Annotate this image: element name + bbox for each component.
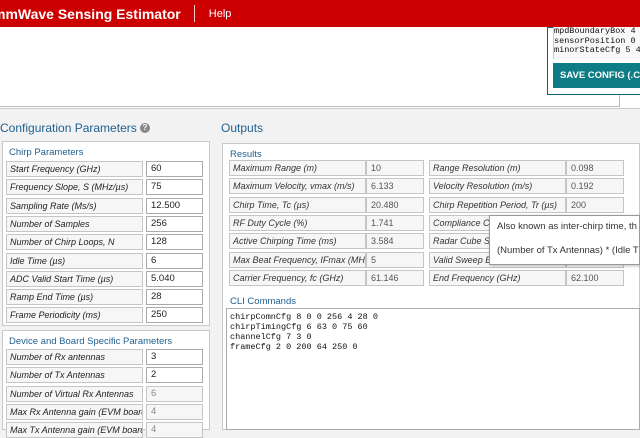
- param-label: Ramp End Time (µs): [6, 289, 143, 306]
- param-label: Frequency Slope, S (MHz/µs): [6, 179, 143, 196]
- result-value: 1.741: [366, 214, 424, 231]
- param-input[interactable]: 256: [146, 215, 203, 232]
- cli-title: CLI Commands: [230, 296, 296, 307]
- result-value: 61.146: [366, 269, 424, 286]
- param-label: Idle Time (µs): [6, 252, 143, 269]
- param-row: Number of Virtual Rx Antennas 6: [6, 385, 203, 402]
- param-input[interactable]: 28: [146, 289, 203, 306]
- param-label: Number of Virtual Rx Antennas: [6, 385, 143, 402]
- param-row: Number of Samples 256: [6, 215, 203, 232]
- result-row: Chirp Repetition Period, Tr (µs) 200: [429, 196, 624, 213]
- param-input[interactable]: 5.040: [146, 270, 203, 287]
- param-label: Number of Tx Antennas: [6, 367, 143, 384]
- cli-commands-textarea[interactable]: chirpComnCfg 8 0 0 256 4 28 0 chirpTimin…: [226, 308, 640, 430]
- param-input[interactable]: 2: [146, 367, 203, 384]
- param-row: Frame Periodicity (ms) 250: [6, 307, 203, 324]
- param-label: Number of Chirp Loops, N: [6, 234, 143, 251]
- result-row: Range Resolution (m) 0.098: [429, 160, 624, 176]
- result-row: Active Chirping Time (ms) 3.584: [229, 233, 424, 250]
- result-row: Carrier Frequency, fc (GHz) 61.146: [229, 269, 424, 286]
- result-label: Chirp Repetition Period, Tr (µs): [429, 196, 566, 213]
- result-label: Maximum Range (m): [229, 160, 366, 176]
- outputs-title: Outputs: [221, 121, 264, 135]
- result-value: 5: [366, 251, 424, 268]
- param-row: Idle Time (µs) 6: [6, 252, 203, 269]
- param-label: Number of Rx antennas: [6, 349, 143, 365]
- result-row: Max Beat Frequency, IFmax (MHz) 5: [229, 251, 424, 268]
- param-row: Max Rx Antenna gain (EVM board) 4: [6, 403, 203, 420]
- param-input[interactable]: 12.500: [146, 197, 203, 214]
- param-input[interactable]: 6: [146, 252, 203, 269]
- param-input: 4: [146, 422, 203, 438]
- param-row: Number of Rx antennas 3: [6, 349, 203, 365]
- param-label: Max Rx Antenna gain (EVM board): [6, 403, 143, 420]
- param-input: 4: [146, 403, 203, 420]
- result-row: Maximum Velocity, vmax (m/s) 6.133: [229, 178, 424, 195]
- param-input: 6: [146, 385, 203, 402]
- tooltip: Also known as inter-chirp time, th (Numb…: [489, 215, 640, 265]
- app-title: mmWave Sensing Estimator: [0, 5, 181, 22]
- param-row: Sampling Rate (Ms/s) 12.500: [6, 197, 203, 214]
- result-value: 0.192: [566, 178, 624, 195]
- param-input[interactable]: 250: [146, 307, 203, 324]
- param-row: Ramp End Time (µs) 28: [6, 289, 203, 306]
- result-row: RF Duty Cycle (%) 1.741: [229, 214, 424, 231]
- param-row: Number of Tx Antennas 2: [6, 367, 203, 384]
- param-row: Frequency Slope, S (MHz/µs) 75: [6, 179, 203, 196]
- result-value: 200: [566, 196, 624, 213]
- result-value: 3.584: [366, 233, 424, 250]
- config-file-textarea[interactable]: mpdBoundaryBox 4 - sensorPosition 0 0 mi…: [553, 27, 640, 59]
- results-title: Results: [230, 149, 262, 160]
- result-value: 20.480: [366, 196, 424, 213]
- result-row: Velocity Resolution (m/s) 0.192: [429, 178, 624, 195]
- param-input[interactable]: 75: [146, 179, 203, 196]
- param-input[interactable]: 128: [146, 234, 203, 251]
- result-value: 62.100: [566, 269, 624, 286]
- chirp-params-title: Chirp Parameters: [9, 147, 84, 158]
- question-icon[interactable]: ?: [140, 123, 150, 133]
- result-label: Active Chirping Time (ms): [229, 233, 366, 250]
- param-row: Max Tx Antenna gain (EVM board) 4: [6, 422, 203, 438]
- param-row: Start Frequency (GHz) 60: [6, 161, 203, 177]
- config-params-title: Configuration Parameters: [0, 121, 137, 135]
- result-label: Chirp Time, Tc (µs): [229, 196, 366, 213]
- param-label: Max Tx Antenna gain (EVM board): [6, 422, 143, 438]
- param-input[interactable]: 3: [146, 349, 203, 365]
- result-value: 6.133: [366, 178, 424, 195]
- result-row: End Frequency (GHz) 62.100: [429, 269, 624, 286]
- param-row: Number of Chirp Loops, N 128: [6, 234, 203, 251]
- param-label: ADC Valid Start Time (µs): [6, 270, 143, 287]
- tooltip-line-1: Also known as inter-chirp time, th: [497, 221, 637, 232]
- upper-area: [0, 27, 640, 109]
- help-link[interactable]: Help: [209, 8, 232, 20]
- param-label: Start Frequency (GHz): [6, 161, 143, 177]
- result-label: Max Beat Frequency, IFmax (MHz): [229, 251, 366, 268]
- top-bar: mmWave Sensing Estimator Help: [0, 0, 640, 27]
- result-row: Chirp Time, Tc (µs) 20.480: [229, 196, 424, 213]
- result-label: Velocity Resolution (m/s): [429, 178, 566, 195]
- param-label: Frame Periodicity (ms): [6, 307, 143, 324]
- tooltip-line-2: (Number of Tx Antennas) * (Idle Ti: [497, 245, 640, 256]
- upper-panel: [0, 27, 620, 107]
- header-divider: [193, 5, 195, 22]
- device-params-title: Device and Board Specific Parameters: [9, 336, 173, 347]
- result-value: 10: [366, 160, 424, 176]
- result-label: Range Resolution (m): [429, 160, 566, 176]
- result-value: 0.098: [566, 160, 624, 176]
- result-label: Carrier Frequency, fc (GHz): [229, 269, 366, 286]
- result-label: Maximum Velocity, vmax (m/s): [229, 178, 366, 195]
- result-label: End Frequency (GHz): [429, 269, 566, 286]
- save-config-button[interactable]: SAVE CONFIG (.CFG: [553, 63, 640, 88]
- param-row: ADC Valid Start Time (µs) 5.040: [6, 270, 203, 287]
- param-input[interactable]: 60: [146, 161, 203, 177]
- result-label: RF Duty Cycle (%): [229, 214, 366, 231]
- result-row: Maximum Range (m) 10: [229, 160, 424, 176]
- param-label: Sampling Rate (Ms/s): [6, 197, 143, 214]
- param-label: Number of Samples: [6, 215, 143, 232]
